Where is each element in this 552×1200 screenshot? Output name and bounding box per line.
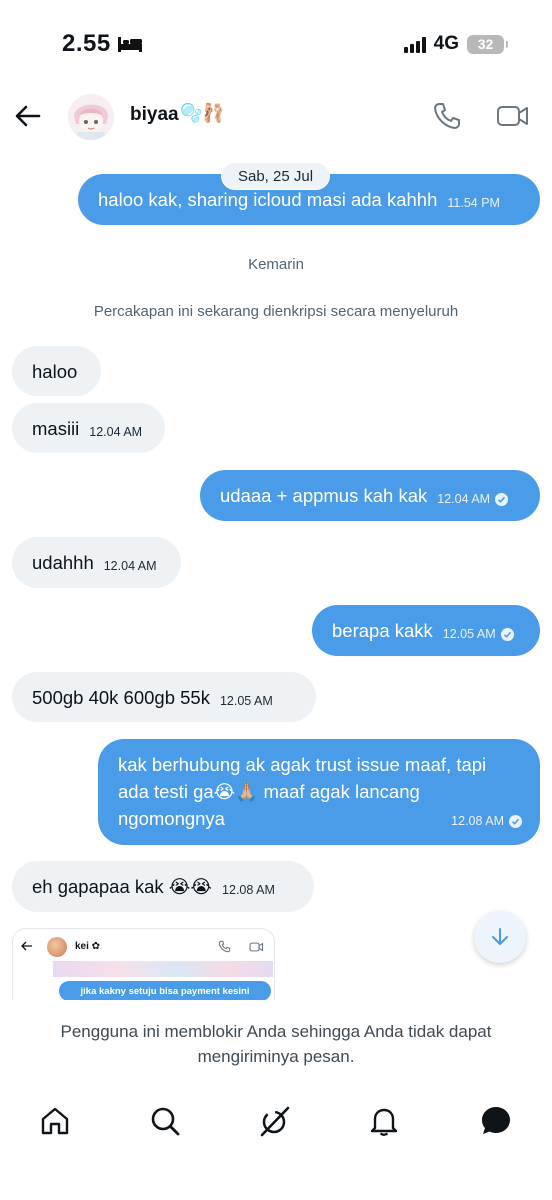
preview-banner-image	[53, 961, 273, 977]
message-time: 12.04 AM	[437, 486, 509, 513]
voice-call-button[interactable]	[432, 101, 462, 131]
bottom-navigation	[0, 1095, 552, 1145]
nav-messages[interactable]	[476, 1101, 516, 1141]
message-bubble-incoming[interactable]: 500gb 40k 600gb 55k 12.05 AM	[12, 672, 316, 722]
message-time: 12.04 AM	[103, 559, 157, 573]
blocked-notice: Pengguna ini memblokir Anda sehingga And…	[0, 1019, 552, 1069]
image-attachment[interactable]: kei ✿ jika kakny setuju bisa payment kes…	[12, 928, 275, 1000]
read-receipt-icon	[509, 815, 522, 828]
arrow-down-icon	[492, 928, 508, 945]
message-text: udaaa + appmus kah kak	[220, 485, 428, 506]
back-button[interactable]	[14, 102, 42, 130]
chat-header: biyaa 🫧🩰	[0, 90, 552, 142]
message-time: 12.08 AM	[222, 883, 275, 897]
arrow-left-icon	[21, 941, 32, 951]
nav-search[interactable]	[145, 1101, 185, 1141]
message-text: masiii	[32, 417, 80, 439]
message-time: 12.04 AM	[89, 424, 143, 439]
message-text: eh gapapaa kak 😭😭	[32, 876, 213, 897]
blocked-notice-text: Pengguna ini memblokir Anda sehingga And…	[60, 1022, 492, 1066]
avatar-illustration	[68, 94, 114, 140]
message-text: berapa kakk	[332, 620, 433, 641]
messages-icon	[482, 1107, 510, 1134]
message-time: 12.05 AM	[443, 621, 514, 648]
preview-contact-name: kei ✿	[75, 941, 101, 952]
message-bubble-outgoing[interactable]: udaaa + appmus kah kak 12.04 AM	[200, 470, 540, 521]
read-receipt-icon	[500, 628, 514, 641]
arrow-left-icon	[15, 105, 41, 127]
status-bar: 2.55 4G 32	[0, 0, 552, 90]
avatar[interactable]	[68, 94, 114, 140]
bell-icon	[370, 1108, 398, 1136]
phone-icon	[218, 940, 231, 953]
message-time: 11.54 PM	[447, 196, 500, 210]
message-time-text: 12.05 AM	[442, 627, 496, 641]
network-type: 4G	[433, 33, 459, 54]
message-text: 500gb 40k 600gb 55k	[32, 686, 210, 708]
nav-home[interactable]	[35, 1101, 75, 1141]
message-time: 12.08 AM	[451, 808, 522, 835]
sleep-focus-icon	[117, 37, 142, 52]
nav-grok[interactable]	[255, 1101, 295, 1141]
video-camera-icon	[497, 106, 528, 126]
message-bubble-incoming[interactable]: eh gapapaa kak 😭😭 12.08 AM	[12, 861, 314, 912]
video-camera-icon	[249, 942, 264, 952]
name-emoji: 🫧🩰	[180, 103, 225, 123]
message-text: haloo kak, sharing icloud masi ada kahhh	[98, 189, 438, 210]
message-time-text: 12.04 AM	[437, 492, 491, 506]
preview-header: kei ✿	[13, 933, 274, 959]
preview-message: jika kakny setuju bisa payment kesini	[59, 981, 271, 1000]
message-bubble-incoming[interactable]: haloo	[12, 346, 101, 396]
message-time-text: 12.08 AM	[451, 814, 504, 828]
scroll-to-bottom-button[interactable]	[474, 911, 526, 963]
encryption-notice: Percakapan ini sekarang dienkripsi secar…	[93, 303, 459, 320]
section-label: Kemarin	[248, 256, 304, 273]
battery-level: 32	[477, 36, 494, 52]
avatar	[47, 937, 67, 957]
date-chip: Sab, 25 Jul	[221, 162, 330, 190]
clock-text: 2.55	[62, 30, 111, 57]
message-bubble-incoming[interactable]: masiii 12.04 AM	[12, 403, 165, 453]
message-bubble-incoming[interactable]: udahhh 12.04 AM	[12, 537, 181, 588]
grok-icon	[260, 1106, 290, 1137]
message-text: haloo	[32, 360, 78, 382]
status-time: 2.55	[62, 30, 143, 58]
contact-name[interactable]: biyaa	[130, 104, 179, 126]
message-bubble-outgoing[interactable]: berapa kakk 12.05 AM	[312, 605, 540, 656]
signal-icon	[403, 36, 426, 53]
message-bubble-outgoing[interactable]: kak berhubung ak agak trust issue maaf, …	[98, 739, 540, 845]
home-icon	[41, 1107, 69, 1135]
message-text: udahhh	[32, 552, 94, 573]
message-time: 12.05 AM	[219, 693, 273, 708]
battery-icon: 32	[467, 34, 508, 54]
video-call-button[interactable]	[496, 102, 530, 130]
nav-notifications[interactable]	[364, 1101, 404, 1141]
read-receipt-icon	[495, 493, 509, 506]
status-indicators: 4G 32	[403, 33, 508, 55]
phone-icon	[434, 103, 460, 129]
search-icon	[151, 1107, 180, 1136]
